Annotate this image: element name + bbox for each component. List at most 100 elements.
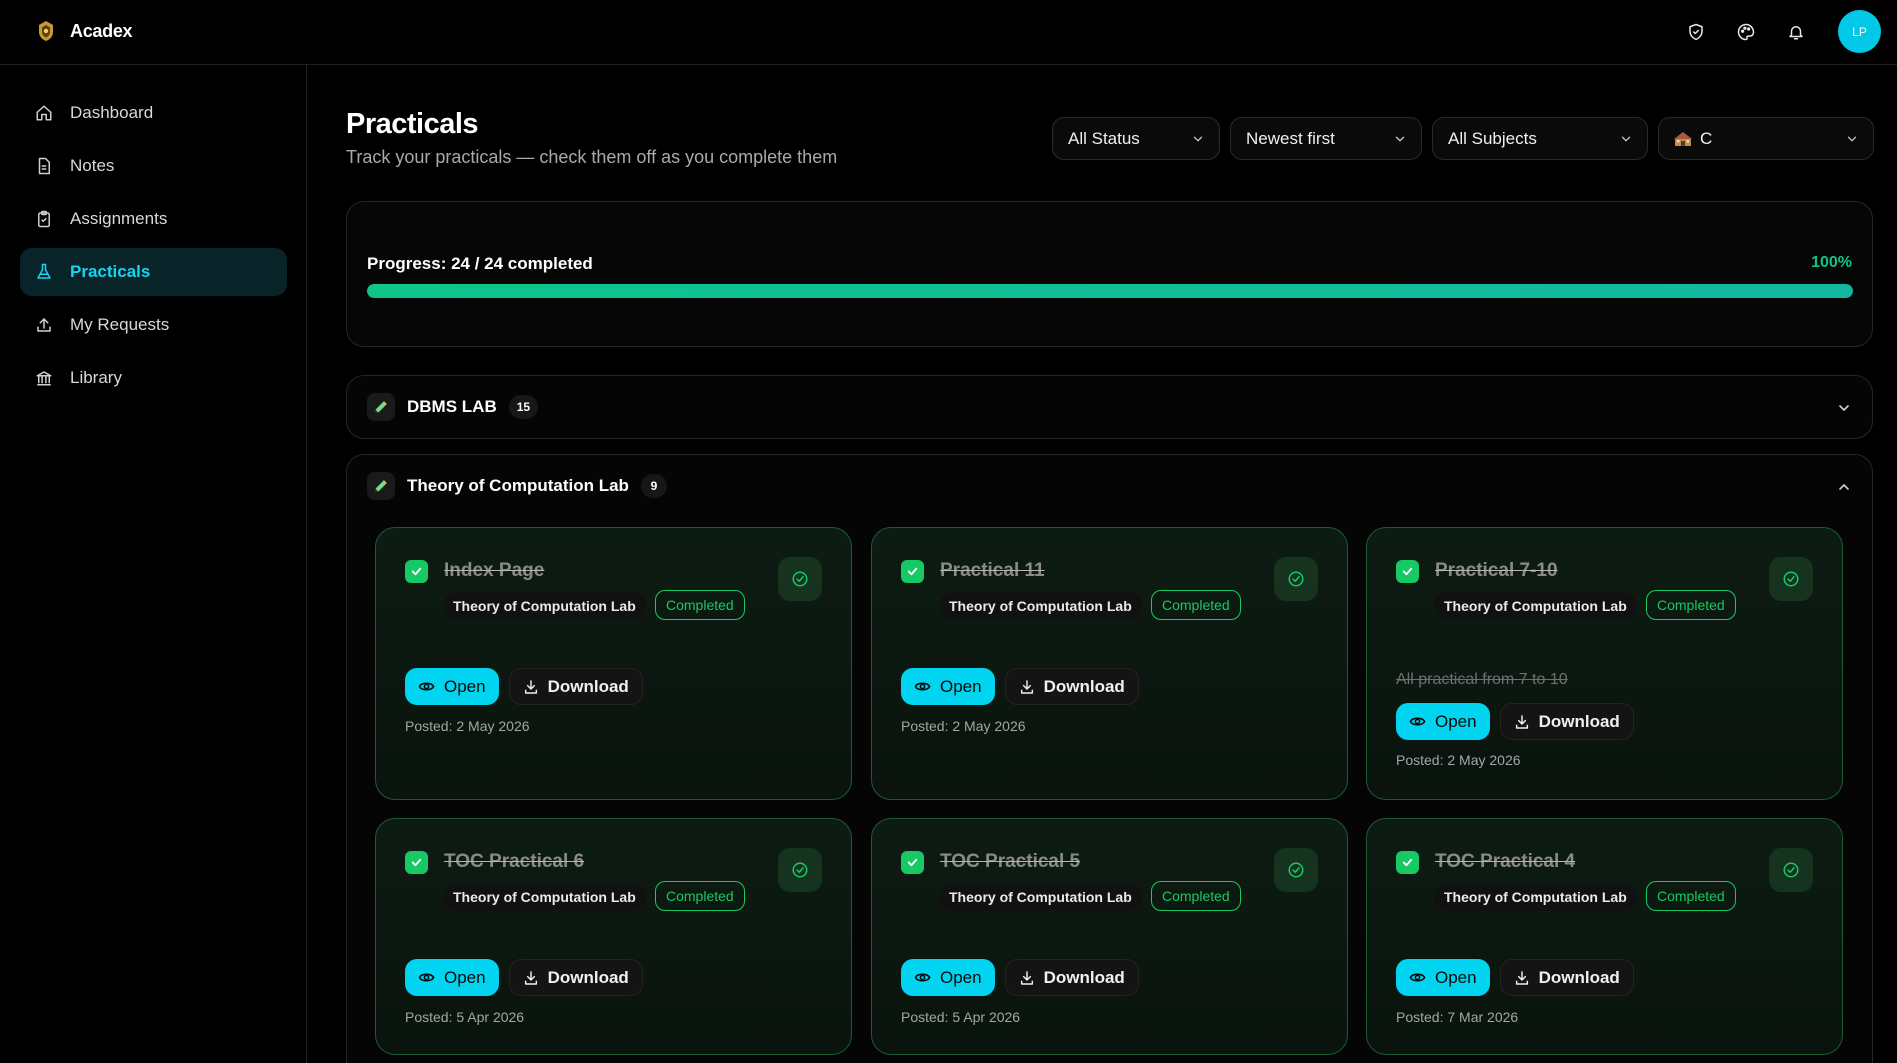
download-label: Download: [1043, 967, 1125, 987]
sidebar-item-label: Notes: [70, 156, 115, 175]
open-button[interactable]: Open: [1396, 959, 1490, 996]
progress-bar: [367, 284, 1853, 298]
chevron-down-icon: [1395, 136, 1405, 141]
upload-icon: [34, 315, 54, 335]
practical-card: Practical 11 Theory of Computation Lab C…: [871, 527, 1348, 800]
status-badge: Completed: [1646, 881, 1736, 911]
progress-percent: 100%: [1811, 254, 1852, 271]
open-button[interactable]: Open: [405, 668, 499, 705]
brand[interactable]: Acadex: [36, 20, 133, 42]
open-button[interactable]: Open: [901, 959, 995, 996]
acadex-logo-icon: [39, 21, 53, 41]
status-filter-value: All Status: [1068, 128, 1140, 148]
practical-title: Practical 11: [940, 560, 1045, 581]
open-label: Open: [444, 967, 486, 987]
status-filter[interactable]: All Status: [1052, 117, 1220, 160]
mark-complete-button[interactable]: [1769, 557, 1813, 601]
subjects-filter[interactable]: All Subjects: [1432, 117, 1648, 160]
open-label: Open: [1435, 711, 1477, 731]
checkbox-checked[interactable]: [901, 851, 924, 874]
checkbox-checked[interactable]: [1396, 560, 1419, 583]
avatar[interactable]: LP: [1838, 10, 1881, 53]
sidebar-item-practicals[interactable]: Practicals: [20, 248, 287, 296]
mark-complete-button[interactable]: [1769, 848, 1813, 892]
eye-icon: [914, 682, 931, 691]
sidebar-item-label: Assignments: [70, 209, 168, 228]
progress-bar-fill: [367, 284, 1853, 298]
download-button[interactable]: Download: [508, 959, 643, 996]
posted-date: Posted: 5 Apr 2026: [901, 1009, 1021, 1025]
home-icon: [34, 103, 54, 123]
mark-complete-button[interactable]: [1274, 848, 1318, 892]
section-select-value: C: [1700, 128, 1713, 148]
sidebar-item-my-requests[interactable]: My Requests: [20, 301, 287, 349]
subject-group-dbms-lab: DBMS LAB 15: [346, 375, 1873, 439]
section-select[interactable]: C: [1658, 117, 1874, 160]
page-title: Practicals: [346, 108, 479, 140]
mark-complete-button[interactable]: [778, 557, 822, 601]
download-icon: [1020, 679, 1033, 694]
sidebar: Dashboard Notes Assignments Practicals M…: [0, 65, 307, 1063]
card-actions: Open Download: [405, 959, 643, 996]
mark-complete-button[interactable]: [778, 848, 822, 892]
subject-tag: Theory of Computation Lab: [1434, 883, 1637, 911]
subjects-filter-value: All Subjects: [1448, 128, 1537, 148]
posted-date: Posted: 2 May 2026: [405, 718, 530, 734]
checkbox-checked[interactable]: [405, 851, 428, 874]
group-header[interactable]: DBMS LAB 15: [367, 376, 539, 438]
sidebar-item-dashboard[interactable]: Dashboard: [20, 89, 287, 137]
posted-date: Posted: 5 Apr 2026: [405, 1009, 525, 1025]
download-icon: [1515, 714, 1528, 729]
checkbox-checked[interactable]: [1396, 851, 1419, 874]
open-button[interactable]: Open: [405, 959, 499, 996]
download-icon: [1515, 970, 1528, 985]
chevron-down-icon: [1621, 136, 1631, 141]
group-title: Theory of Computation Lab: [407, 476, 629, 495]
chevron-down-icon: [1193, 136, 1203, 141]
sort-select[interactable]: Newest first: [1230, 117, 1422, 160]
download-button[interactable]: Download: [508, 668, 643, 705]
check-circle-icon: [1288, 862, 1304, 878]
sidebar-item-notes[interactable]: Notes: [20, 142, 287, 190]
practical-title: TOC Practical 4: [1435, 851, 1576, 872]
eye-icon: [418, 682, 435, 691]
palette-icon[interactable]: [1734, 20, 1758, 44]
sidebar-item-label: Practicals: [70, 262, 151, 281]
chevron-up-icon[interactable]: [1836, 479, 1852, 495]
group-header[interactable]: Theory of Computation Lab 9: [367, 455, 667, 517]
open-label: Open: [940, 676, 982, 696]
download-button[interactable]: Download: [1004, 959, 1139, 996]
checkbox-checked[interactable]: [901, 560, 924, 583]
download-button[interactable]: Download: [1004, 668, 1139, 705]
card-actions: Open Download: [1396, 703, 1634, 740]
sidebar-item-label: Library: [70, 368, 122, 387]
practical-title: Index Page: [444, 560, 545, 581]
mark-complete-button[interactable]: [1274, 557, 1318, 601]
download-button[interactable]: Download: [1499, 703, 1634, 740]
practical-card: TOC Practical 6 Theory of Computation La…: [375, 818, 852, 1055]
bell-icon[interactable]: [1784, 20, 1808, 44]
checkbox-checked[interactable]: [405, 560, 428, 583]
status-badge: Completed: [1151, 881, 1241, 911]
subject-tag: Theory of Computation Lab: [443, 883, 646, 911]
clipboard-icon: [34, 209, 54, 229]
card-actions: Open Download: [1396, 959, 1634, 996]
practical-card: TOC Practical 4 Theory of Computation La…: [1366, 818, 1843, 1055]
open-button[interactable]: Open: [1396, 703, 1490, 740]
download-label: Download: [1043, 676, 1125, 696]
open-label: Open: [1435, 967, 1477, 987]
count-badge: 15: [508, 395, 539, 419]
pencil-icon: [367, 472, 395, 500]
card-actions: Open Download: [901, 668, 1139, 705]
download-button[interactable]: Download: [1499, 959, 1634, 996]
page-subtitle: Track your practicals — check them off a…: [346, 147, 838, 167]
sidebar-item-assignments[interactable]: Assignments: [20, 195, 287, 243]
count-badge: 9: [640, 474, 667, 498]
sidebar-item-library[interactable]: Library: [20, 354, 287, 402]
open-button[interactable]: Open: [901, 668, 995, 705]
open-label: Open: [444, 676, 486, 696]
shield-check-icon[interactable]: [1684, 20, 1708, 44]
chevron-down-icon[interactable]: [1836, 400, 1852, 416]
classroom-icon: [1674, 131, 1692, 146]
file-icon: [34, 156, 54, 176]
